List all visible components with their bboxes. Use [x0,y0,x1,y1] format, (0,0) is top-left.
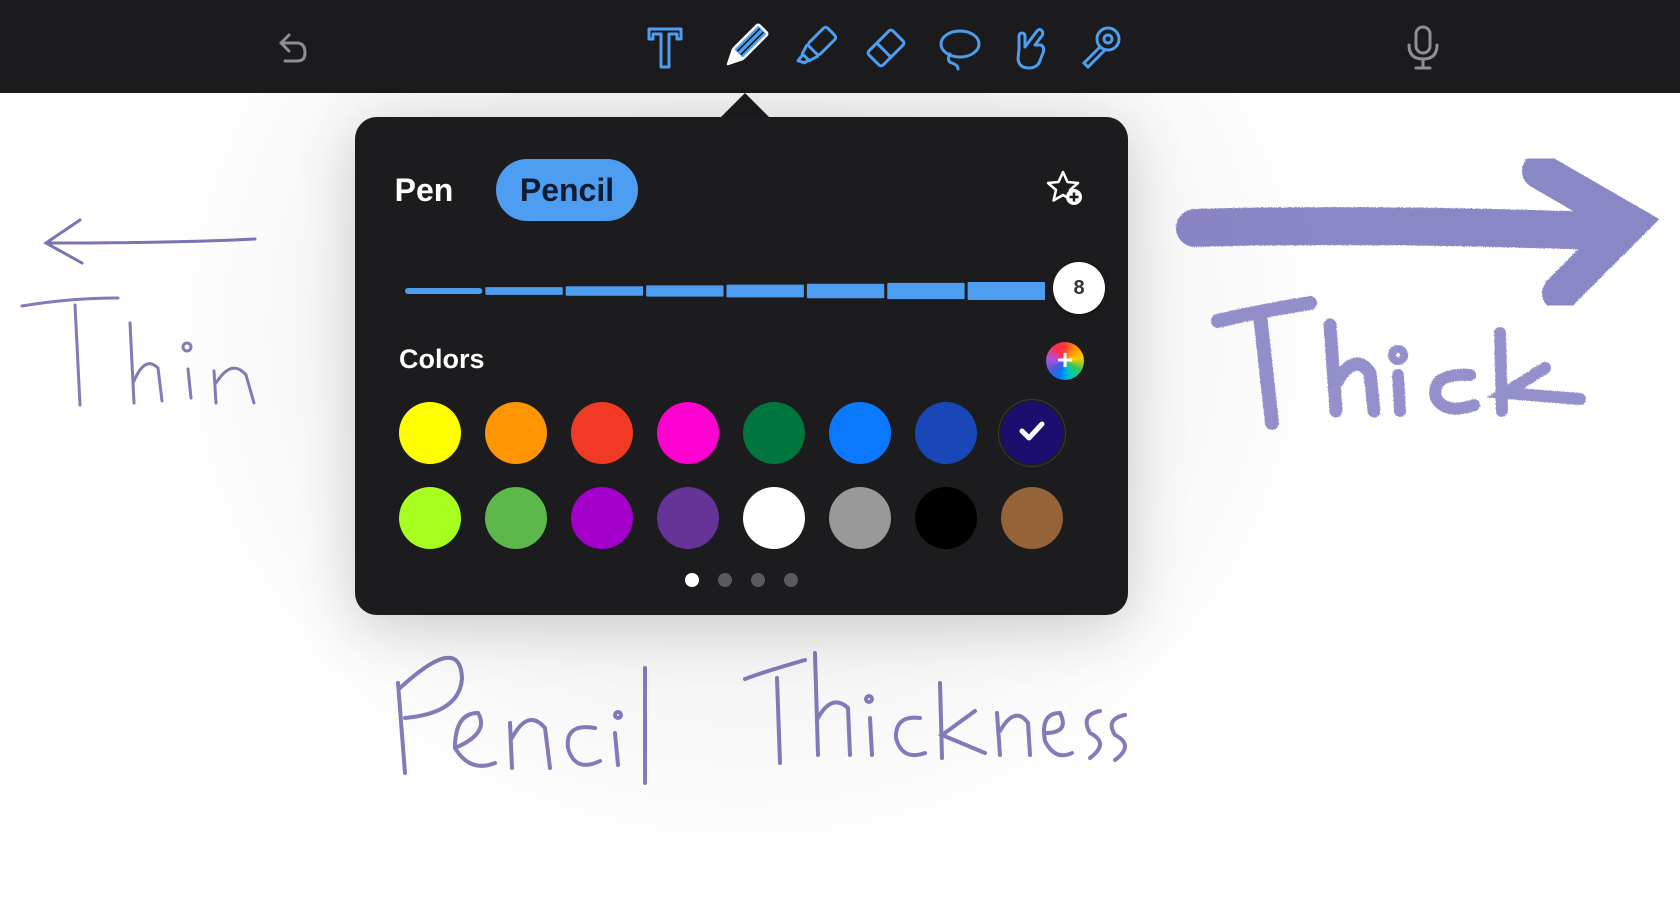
hand-tool-button[interactable] [1002,20,1058,76]
color-swatch[interactable] [743,487,805,549]
thickness-steps [405,282,1045,300]
color-swatch[interactable] [657,487,719,549]
thick-word-drawing [1211,296,1586,430]
lasso-tool-icon [939,29,981,71]
undo-icon [279,33,307,63]
pencil-tool-button[interactable] [716,20,772,76]
laser-pointer-button[interactable] [1073,20,1129,76]
colors-heading: Colors [399,344,485,374]
text-tool-button[interactable] [637,20,693,76]
thickness-step[interactable] [967,282,1045,300]
page-dot[interactable] [685,573,699,587]
pencil-settings-popover: Pen Pencil 8 Colors + [355,117,1128,615]
color-swatch[interactable] [915,487,977,549]
thickness-slider-thumb[interactable]: 8 [1053,262,1105,314]
laser-pointer-icon [1081,26,1121,70]
color-swatch[interactable] [571,402,633,464]
popover-arrow [720,93,770,118]
color-swatch[interactable] [485,487,547,549]
thickness-step[interactable] [646,285,724,297]
eraser-tool-button[interactable] [858,20,914,76]
color-swatch[interactable] [399,487,461,549]
thin-arrow-drawing [43,218,257,265]
color-swatch[interactable] [829,402,891,464]
thin-word-drawing [20,296,256,407]
page-dot[interactable] [751,573,765,587]
highlighter-tool-icon [796,25,838,65]
lasso-tool-button[interactable] [931,20,987,76]
color-swatch[interactable] [1001,487,1063,549]
thickness-step[interactable] [485,287,563,295]
color-swatch[interactable] [571,487,633,549]
color-swatch[interactable] [829,487,891,549]
color-swatch[interactable] [657,402,719,464]
pencil-tool-icon [726,23,769,66]
pen-segment[interactable]: Pen [379,159,469,221]
thick-arrow-drawing [1176,153,1660,311]
hand-tool-icon [1016,28,1046,70]
undo-button[interactable] [264,20,320,76]
thickness-step[interactable] [405,288,483,294]
star-plus-icon [1046,170,1082,205]
microphone-icon [1407,25,1439,70]
thickness-step[interactable] [565,286,644,296]
toolbar [0,0,1680,93]
pencil-thickness-drawing [396,651,1127,785]
highlighter-tool-button[interactable] [787,20,843,76]
page-dot[interactable] [784,573,798,587]
color-wheel-plus-icon: + [1056,344,1074,375]
color-swatch[interactable] [915,402,977,464]
thickness-step[interactable] [806,283,885,299]
color-swatch[interactable] [485,402,547,464]
microphone-button[interactable] [1395,20,1451,76]
color-swatch[interactable] [399,402,461,464]
text-tool-icon [647,27,683,69]
thickness-step[interactable] [726,284,804,298]
color-swatch[interactable] [1001,402,1063,464]
add-favorite-button[interactable] [1045,169,1085,209]
add-color-button[interactable]: + [1046,342,1084,380]
checkmark-icon [1015,414,1049,453]
eraser-tool-icon [866,28,906,68]
thickness-step[interactable] [887,282,965,300]
pencil-segment[interactable]: Pencil [496,159,638,221]
page-dot[interactable] [718,573,732,587]
thickness-slider-track[interactable] [405,282,1045,300]
color-swatch[interactable] [743,402,805,464]
